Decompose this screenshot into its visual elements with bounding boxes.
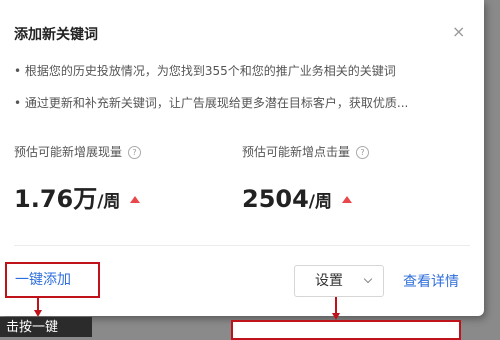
annotation-arrow	[332, 313, 340, 320]
close-icon[interactable]: ×	[452, 22, 465, 42]
divider	[14, 245, 470, 246]
clicks-unit: /周	[308, 192, 333, 212]
trend-up-icon	[342, 196, 353, 203]
impressions-unit: /周	[97, 192, 121, 212]
settings-label: 设置	[315, 273, 343, 289]
one-click-add-button[interactable]: 一键添加	[5, 262, 100, 298]
view-details-link[interactable]: 查看详情	[403, 271, 459, 291]
annotation-box	[231, 320, 461, 340]
help-icon[interactable]: ?	[356, 146, 370, 159]
chevron-down-icon	[363, 274, 373, 284]
clicks-label-text: 预估可能新增点击量	[242, 145, 351, 159]
impressions-label-text: 预估可能新增展现量	[14, 145, 123, 159]
help-icon[interactable]: ?	[128, 146, 142, 159]
clicks-value: 2504/周	[242, 182, 353, 219]
clicks-label: 预估可能新增点击量?	[242, 143, 370, 160]
tip-update-keywords: • 通过更新和补充新关键词，让广告展现给更多潜在目标客户，获取优质...	[14, 96, 409, 110]
clicks-number: 2504	[242, 185, 309, 213]
impressions-label: 预估可能新增展现量?	[14, 143, 142, 160]
impressions-number: 1.76万	[14, 185, 98, 213]
tip-found-keywords: • 根据您的历史投放情况，为您找到355个和您的推广业务相关的关键词	[14, 64, 396, 78]
trend-up-icon	[130, 196, 141, 203]
annotation-arrow	[34, 310, 42, 317]
dialog-title: 添加新关键词	[14, 27, 98, 43]
settings-dropdown[interactable]: 设置	[294, 265, 384, 297]
annotation-callout: 击按一键	[0, 317, 92, 337]
impressions-value: 1.76万/周	[14, 182, 141, 219]
add-keywords-dialog: 添加新关键词 × • 根据您的历史投放情况，为您找到355个和您的推广业务相关的…	[0, 0, 484, 316]
